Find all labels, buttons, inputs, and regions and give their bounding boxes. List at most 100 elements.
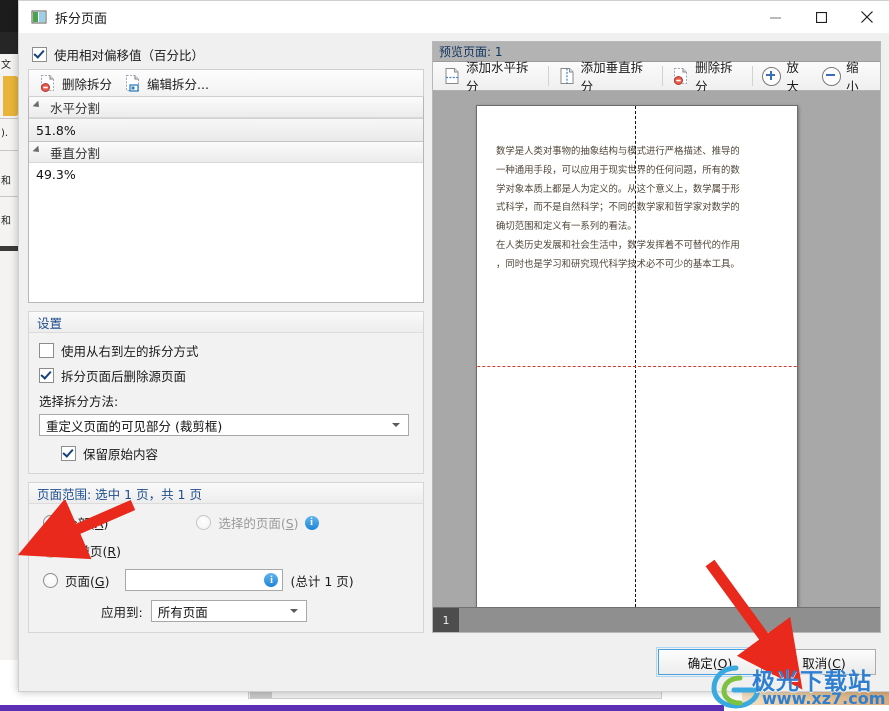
radio-all-pages-label: 全部(A) (65, 516, 109, 531)
page-preview[interactable]: 数学是人类对事物的抽象结构与模式进行严格描述、推导的 一种通用手段，可以应用于现… (476, 105, 798, 607)
apply-to-value: 所有页面 (157, 604, 208, 620)
use-relative-offset-label: 使用相对偏移值（百分比） (54, 47, 205, 63)
preview-frame: 预览页面: 1 添加水平拆分 添加垂直拆分 删除拆分 放大 缩小 数学是人类对事… (432, 41, 881, 633)
dialog-title: 拆分页面 (55, 11, 108, 27)
keep-original-label: 保留原始内容 (83, 447, 159, 462)
cancel-button[interactable]: 取消(C) (772, 649, 876, 675)
vertical-split-value-row[interactable]: 49.3% (29, 163, 423, 185)
radio-current-page-label: 当前页(R) (65, 544, 121, 559)
rtl-split-checkbox[interactable] (39, 343, 54, 358)
rtl-split-label: 使用从右到左的拆分方式 (61, 344, 199, 359)
cancel-button-label: 取消(C) (802, 655, 846, 671)
add-vertical-split-label: 添加垂直拆分 (580, 60, 644, 94)
add-horizontal-split-button[interactable]: 添加水平拆分 (437, 60, 545, 94)
dialog-body: 使用相对偏移值（百分比） 删除拆分 编辑拆分... 水平分割 51.8% 垂直分… (19, 33, 889, 633)
rtl-split-row[interactable]: 使用从右到左的拆分方式 (39, 341, 413, 360)
vertical-split-group-label: 垂直分割 (50, 145, 101, 161)
radio-current-page[interactable] (43, 543, 58, 558)
preview-delete-split-button[interactable]: 删除拆分 (666, 60, 749, 94)
zoom-out-label: 缩小 (846, 60, 859, 94)
info-icon[interactable]: i (264, 573, 279, 587)
page-thumbnail-strip[interactable]: 1 (433, 607, 880, 632)
radio-selected-pages[interactable] (196, 515, 212, 530)
page-range-groupbox: 页面范围: 选中 1 页，共 1 页 全部(A) 选择的页面(S) i 当前页(… (28, 482, 424, 633)
settings-body: 使用从右到左的拆分方式 拆分页面后删除源页面 选择拆分方法: 重定义页面的可见部… (29, 333, 423, 473)
left-panel: 使用相对偏移值（百分比） 删除拆分 编辑拆分... 水平分割 51.8% 垂直分… (28, 41, 424, 633)
apply-to-combobox[interactable]: 所有页面 (150, 600, 307, 622)
minimize-button[interactable] (752, 1, 798, 33)
info-icon[interactable]: i (304, 515, 319, 530)
dialog-footer: 确定(O) 取消(C) (19, 633, 889, 691)
add-vertical-split-button[interactable]: 添加垂直拆分 (552, 60, 660, 94)
splits-list[interactable]: 水平分割 51.8% 垂直分割 49.3% (28, 97, 424, 303)
page-range-row-3: 页面(G) i (总计 1 页) (43, 569, 413, 591)
background-left-divider (0, 246, 20, 251)
zoom-out-button[interactable]: 缩小 (816, 60, 876, 94)
split-page-icon (31, 9, 47, 25)
method-label-row: 选择拆分方法: (39, 391, 413, 410)
preview-delete-split-label: 删除拆分 (695, 60, 733, 94)
vertical-split-group-header[interactable]: 垂直分割 (29, 142, 423, 163)
thumbnail-page-number[interactable]: 1 (433, 608, 459, 632)
ok-button-label: 确定(O) (687, 655, 733, 671)
background-left-menubar (0, 32, 20, 54)
use-relative-offset-checkbox[interactable] (32, 46, 47, 62)
keep-original-checkbox[interactable] (61, 446, 76, 461)
page-range-body: 全部(A) 选择的页面(S) i 当前页(R) 页面(G) i (总计 1 页)… (29, 504, 423, 632)
horizontal-split-value-row[interactable]: 51.8% (29, 118, 423, 142)
split-method-value: 重定义页面的可见部分 (裁剪框) (46, 418, 223, 434)
horizontal-split-group-header[interactable]: 水平分割 (29, 97, 423, 118)
horizontal-split-value: 51.8% (36, 122, 76, 138)
chevron-down-icon[interactable] (392, 423, 400, 427)
zoom-in-button[interactable]: 放大 (756, 60, 816, 94)
split-method-label: 选择拆分方法: (39, 394, 119, 409)
page-range-row-1: 全部(A) 选择的页面(S) i (43, 513, 413, 532)
background-left-titlebar (0, 0, 20, 32)
radio-all-pages[interactable] (43, 515, 58, 530)
page-vsplit-icon (558, 67, 576, 85)
use-relative-offset-row[interactable]: 使用相对偏移值（百分比） (32, 43, 424, 65)
apply-to-label: 应用到: (101, 604, 143, 620)
toolbar-separator (662, 66, 664, 86)
page-delete-icon (672, 67, 690, 85)
expand-triangle-icon[interactable] (32, 145, 46, 159)
pages-input[interactable]: i (125, 569, 284, 591)
delete-source-row[interactable]: 拆分页面后删除源页面 (39, 366, 413, 385)
expand-triangle-icon[interactable] (32, 100, 46, 114)
split-toolbar: 删除拆分 编辑拆分... (28, 69, 424, 97)
page-body-text: 数学是人类对事物的抽象结构与模式进行严格描述、推导的 一种通用手段，可以应用于现… (496, 146, 740, 270)
radio-pages-label: 页面(G) (65, 573, 110, 589)
keep-original-row[interactable]: 保留原始内容 (61, 444, 413, 463)
maximize-button[interactable] (798, 1, 844, 33)
toolbar-separator (547, 66, 549, 86)
split-method-combobox[interactable]: 重定义页面的可见部分 (裁剪框) (39, 414, 409, 436)
page-range-row-2: 当前页(R) (43, 541, 413, 560)
edit-split-button[interactable]: 编辑拆分... (118, 71, 215, 95)
radio-pages[interactable] (43, 572, 58, 588)
delete-source-label: 拆分页面后删除源页面 (61, 369, 187, 384)
zoom-in-icon (762, 66, 782, 86)
toolbar-separator (752, 66, 754, 86)
taskbar (0, 705, 724, 711)
vertical-split-line[interactable] (634, 106, 636, 607)
preview-canvas[interactable]: 数学是人类对事物的抽象结构与模式进行严格描述、推导的 一种通用手段，可以应用于现… (433, 91, 880, 607)
add-horizontal-split-label: 添加水平拆分 (466, 60, 529, 94)
radio-selected-pages-label: 选择的页面(S) (218, 516, 299, 531)
zoom-in-label: 放大 (786, 60, 799, 94)
preview-panel: 预览页面: 1 添加水平拆分 添加垂直拆分 删除拆分 放大 缩小 数学是人类对事… (432, 41, 881, 633)
split-pages-dialog: 拆分页面 使用相对偏移值（百分比） 删除拆分 编辑拆分... 水平分割 51.8… (18, 0, 889, 692)
settings-groupbox: 设置 使用从右到左的拆分方式 拆分页面后删除源页面 选择拆分方法: 重定义页面的… (28, 311, 424, 474)
delete-split-button[interactable]: 删除拆分 (33, 71, 118, 95)
apply-to-row: 应用到: 所有页面 (101, 600, 413, 622)
page-edit-icon (124, 74, 142, 92)
horizontal-split-line[interactable] (477, 365, 797, 367)
horizontal-split-group-label: 水平分割 (50, 100, 101, 116)
edit-split-label: 编辑拆分... (147, 76, 209, 92)
vertical-split-value: 49.3% (36, 166, 76, 182)
delete-source-checkbox[interactable] (39, 368, 54, 383)
settings-caption: 设置 (29, 312, 423, 333)
dialog-titlebar[interactable]: 拆分页面 (19, 1, 889, 33)
chevron-down-icon[interactable] (289, 609, 298, 613)
ok-button[interactable]: 确定(O) (656, 647, 764, 677)
close-button[interactable] (844, 1, 889, 33)
